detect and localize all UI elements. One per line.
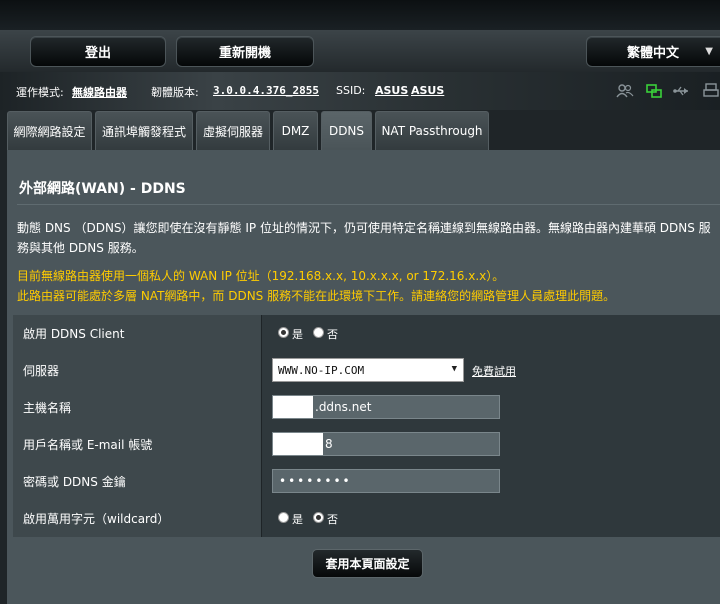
reboot-button[interactable]: 重新開機	[176, 36, 314, 67]
status-bar: 運作模式: 無線路由器 韌體版本: 3.0.0.4.376_2855 SSID:…	[0, 72, 720, 110]
tab-bar: 網際網路設定 通訊埠觸發程式 虛擬伺服器 DMZ DDNS NAT Passth…	[0, 111, 720, 150]
warning-line-2: 此路由器可能處於多層 NAT網路中，而 DDNS 服務不能在此環境下工作。請連絡…	[17, 289, 616, 303]
wildcard-no-label: 否	[327, 513, 338, 526]
server-select[interactable]: WWW.NO-IP.COM ▼	[272, 358, 464, 382]
enable-ddns-yes-label: 是	[292, 328, 303, 341]
enable-ddns-yes-radio[interactable]	[278, 327, 289, 338]
title-divider	[17, 204, 720, 205]
firmware-label: 韌體版本:	[151, 86, 199, 99]
apply-button[interactable]: 套用本頁面設定	[312, 549, 423, 578]
ssid-value-1[interactable]: ASUS	[375, 84, 408, 97]
warning-line-1: 目前無線路由器使用一個私人的 WAN IP 位址（192.168.x.x, 10…	[17, 269, 505, 283]
clients-icon[interactable]	[616, 82, 634, 100]
content-panel: 外部網路(WAN) - DDNS 動態 DNS （DDNS）讓您即使在沒有靜態 …	[7, 150, 720, 604]
password-text: ••••••••	[279, 474, 352, 488]
username-text: 8	[325, 437, 333, 451]
form-row-wildcard: 啟用萬用字元（wildcard） 是 否	[13, 500, 720, 537]
usb-icon[interactable]	[672, 82, 690, 100]
form-row-hostname: 主機名稱 .ddns.net	[13, 389, 720, 426]
ssid-value-2[interactable]: ASUS	[411, 84, 444, 97]
hostname-input[interactable]: .ddns.net	[272, 395, 500, 419]
password-label: 密碼或 DDNS 金鑰	[13, 463, 261, 500]
server-value: WWW.NO-IP.COM ▼ 免費試用	[261, 352, 720, 389]
ddns-description: 動態 DNS （DDNS）讓您即使在沒有靜態 IP 位址的情況下，仍可使用特定名…	[17, 221, 711, 255]
chevron-down-icon: ▼	[705, 46, 713, 57]
hostname-value: .ddns.net	[261, 389, 720, 426]
server-selected-value: WWW.NO-IP.COM	[278, 363, 365, 377]
wildcard-label: 啟用萬用字元（wildcard）	[13, 500, 261, 537]
tab-nat-passthrough[interactable]: NAT Passthrough	[375, 111, 489, 150]
chevron-down-icon: ▼	[451, 364, 457, 374]
hostname-text: .ddns.net	[315, 400, 372, 414]
wildcard-no-radio[interactable]	[313, 512, 324, 523]
mode-value-link[interactable]: 無線路由器	[72, 84, 127, 100]
enable-ddns-label: 啟用 DDNS Client	[13, 315, 261, 352]
tab-virtual-server[interactable]: 虛擬伺服器	[196, 111, 270, 150]
printer-icon[interactable]	[702, 82, 720, 100]
logout-button[interactable]: 登出	[30, 36, 166, 67]
form-row-server: 伺服器 WWW.NO-IP.COM ▼ 免費試用	[13, 352, 720, 389]
form-row-password: 密碼或 DDNS 金鑰 ••••••••	[13, 463, 720, 500]
nat-warning: 目前無線路由器使用一個私人的 WAN IP 位址（192.168.x.x, 10…	[17, 266, 717, 306]
mode-label: 運作模式:	[16, 86, 64, 99]
server-label: 伺服器	[13, 352, 261, 389]
wildcard-yes-radio[interactable]	[278, 512, 289, 523]
language-select[interactable]: 繁體中文 ▼	[586, 36, 720, 67]
tab-ddns[interactable]: DDNS	[321, 111, 372, 150]
network-status-icon[interactable]	[645, 82, 663, 100]
form-row-username: 用戶名稱或 E-mail 帳號 8	[13, 426, 720, 463]
wildcard-value: 是 否	[261, 500, 720, 537]
hostname-label: 主機名稱	[13, 389, 261, 426]
wildcard-yes-label: 是	[292, 513, 303, 526]
tab-dmz[interactable]: DMZ	[273, 111, 318, 150]
redacted-block	[273, 396, 313, 418]
password-value: ••••••••	[261, 463, 720, 500]
enable-ddns-no-radio[interactable]	[313, 327, 324, 338]
enable-ddns-value: 是 否	[261, 315, 720, 352]
tab-internet[interactable]: 網際網路設定	[7, 111, 92, 150]
enable-ddns-no-label: 否	[327, 328, 338, 341]
firmware-value-link[interactable]: 3.0.0.4.376_2855	[213, 84, 319, 97]
form-row-enable-ddns: 啟用 DDNS Client 是 否	[13, 315, 720, 352]
username-label: 用戶名稱或 E-mail 帳號	[13, 426, 261, 463]
username-input[interactable]: 8	[272, 432, 500, 456]
ssid-label: SSID:	[336, 84, 366, 97]
redacted-block	[273, 433, 323, 455]
top-strip	[0, 0, 720, 30]
tab-port-trigger[interactable]: 通訊埠觸發程式	[95, 111, 193, 150]
language-label: 繁體中文	[627, 46, 680, 61]
username-value: 8	[261, 426, 720, 463]
free-trial-link[interactable]: 免費試用	[472, 363, 516, 379]
page-title: 外部網路(WAN) - DDNS	[19, 181, 186, 197]
password-input[interactable]: ••••••••	[272, 469, 500, 493]
